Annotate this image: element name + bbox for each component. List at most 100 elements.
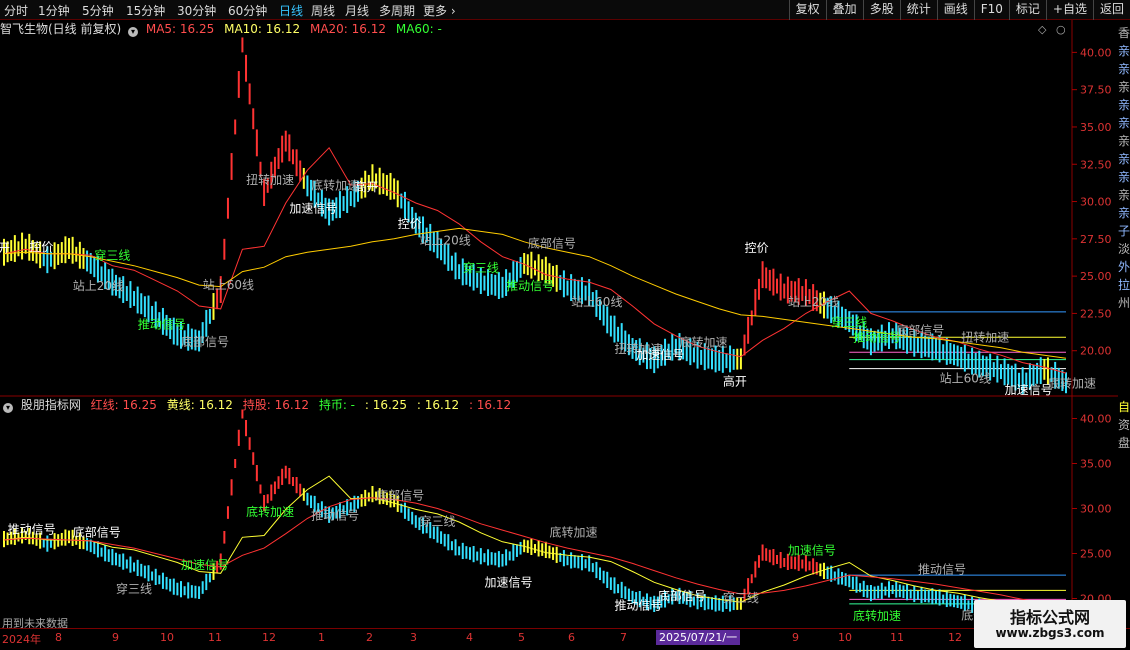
signal-annotation: 加速信号	[1005, 383, 1053, 397]
y-tick-label: 40.00	[1080, 46, 1112, 59]
strip-char: 资	[1118, 418, 1130, 432]
x-tick-label: 2024年	[2, 633, 41, 646]
right-text-strip: 香亲亲亲亲亲亲亲亲亲亲子淡外拉州	[1118, 24, 1130, 394]
signal-annotation: 站上20线	[788, 295, 839, 309]
signal-annotation: 高开	[354, 179, 378, 194]
strip-char: 州	[1118, 296, 1130, 310]
y-tick-label: 32.50	[1080, 158, 1112, 171]
x-tick-label: 11	[890, 631, 904, 644]
strip-char: 亲	[1118, 188, 1130, 202]
signal-annotation: 站上60线	[571, 295, 622, 309]
strip-char: 亲	[1118, 206, 1130, 220]
sub-annotations: 推动信号 底部信号穿三线加速信号底转加速 推动信号底部信号穿三线加速信号底转加速推动…	[8, 487, 1063, 623]
strip-char: 亲	[1118, 170, 1130, 184]
x-tick-label: 9	[792, 631, 799, 644]
signal-annotation: 底部信号	[376, 487, 424, 502]
signal-annotation: 穿三线	[831, 314, 867, 329]
signal-annotation: 底转加速	[311, 177, 359, 192]
strip-char: 亲	[1118, 152, 1130, 166]
signal-annotation: 站上20线	[419, 233, 470, 247]
x-tick-label: 6	[568, 631, 575, 644]
y-tick-label: 30.00	[1080, 196, 1112, 209]
strip-char: 外	[1118, 260, 1130, 274]
signal-annotation: 推动信号	[918, 563, 966, 577]
strip-char: 盘	[1118, 436, 1130, 450]
sub-candles	[3, 409, 1067, 625]
signal-annotation: 底转加速	[1048, 376, 1096, 391]
signal-annotation: 底转加速	[680, 335, 728, 350]
strip-char: 亲	[1118, 80, 1130, 94]
y-tick-label: 25.00	[1080, 548, 1112, 561]
signal-annotation: 底转加速	[246, 504, 294, 519]
signal-annotation: 高开	[723, 374, 747, 389]
strip-char: 拉	[1118, 278, 1130, 292]
x-tick-label: 12	[948, 631, 962, 644]
signal-annotation: 穿三线	[94, 248, 130, 263]
y-tick-label: 35.00	[1080, 458, 1112, 471]
chart-canvas[interactable]: 高开控价站上20线穿三线推动信号底部信号站上60线扭转加速加速信号底转加速高开控…	[0, 0, 1130, 650]
signal-annotation: 加速信号	[289, 202, 337, 216]
signal-annotation: 扭转加速	[961, 330, 1009, 345]
x-tick-label: 2	[366, 631, 373, 644]
x-tick-label: 10	[160, 631, 174, 644]
y-tick-label: 40.00	[1080, 413, 1112, 426]
signal-annotation: 推动信号	[311, 509, 359, 523]
right-text-strip-bottom: 自资盘	[1118, 398, 1130, 458]
signal-annotation: 底部信号	[658, 588, 706, 603]
x-tick-label: 7	[620, 631, 627, 644]
x-tick-label: 8	[55, 631, 62, 644]
signal-annotation: 底转加速	[853, 608, 901, 623]
signal-annotation: 穿三线	[463, 260, 499, 275]
signal-annotation: 推动信号	[8, 523, 56, 537]
signal-annotation: 加速信号	[636, 348, 684, 362]
signal-annotation: 控价	[745, 241, 769, 255]
strip-char: 亲	[1118, 98, 1130, 112]
y-tick-label: 20.00	[1080, 345, 1112, 358]
signal-annotation: 站上20线	[73, 279, 124, 293]
x-tick-label: 1	[318, 631, 325, 644]
signal-annotation: 穿三线	[723, 590, 759, 605]
x-tick-label: 9	[112, 631, 119, 644]
watermark-logo: 指标公式网 www.zbgs3.com	[974, 600, 1126, 648]
signal-annotation: 扭转加速	[246, 172, 294, 187]
signal-annotation: 底部信号	[528, 236, 576, 251]
strip-char: 亲	[1118, 44, 1130, 58]
watermark-url: www.zbgs3.com	[995, 626, 1105, 640]
signal-annotation: 穿三线	[419, 514, 455, 529]
y-axis-ticks: 40.00 37.50 35.00 32.50 30.00 27.50 25.00 22.50…	[1072, 46, 1112, 606]
y-tick-label: 30.00	[1080, 503, 1112, 516]
strip-char: 淡	[1118, 242, 1130, 256]
strip-char: 香	[1118, 26, 1130, 40]
y-tick-label: 22.50	[1080, 307, 1112, 320]
strip-char: 亲	[1118, 116, 1130, 130]
signal-annotation: 推动信号	[138, 317, 186, 331]
signal-annotation: 推动信号	[853, 330, 901, 344]
signal-annotation: 底部信号	[896, 323, 944, 338]
signal-annotation: 加速信号	[484, 576, 532, 590]
signal-annotation: 站上60线	[940, 372, 991, 386]
x-tick-label: 12	[262, 631, 276, 644]
signal-annotation: 推动信号	[506, 279, 554, 293]
watermark-title: 指标公式网	[1009, 608, 1090, 627]
signal-annotation: 高开	[0, 240, 10, 255]
strip-char: 亲	[1118, 62, 1130, 76]
x-tick-label: 5	[518, 631, 525, 644]
x-tick-label: 4	[466, 631, 473, 644]
strip-char: 亲	[1118, 134, 1130, 148]
signal-annotation: 加速信号	[181, 558, 229, 572]
signal-annotation: 控价	[398, 217, 422, 231]
y-tick-label: 27.50	[1080, 233, 1112, 246]
x-tick-label: 10	[838, 631, 852, 644]
signal-annotation: 站上60线	[203, 278, 254, 292]
signal-annotation: 底部信号	[181, 334, 229, 349]
signal-annotation: 控价	[29, 240, 53, 254]
x-tick-label: 3	[410, 631, 417, 644]
y-tick-label: 37.50	[1080, 84, 1112, 97]
signal-annotation: 穿三线	[116, 581, 152, 596]
signal-annotation: 底转加速	[550, 525, 598, 540]
y-tick-label: 35.00	[1080, 121, 1112, 134]
strip-char: 自	[1118, 400, 1130, 414]
signal-annotation: 底部信号	[73, 524, 121, 539]
signal-annotation: 推动信号	[615, 599, 663, 613]
x-tick-label: 11	[208, 631, 222, 644]
